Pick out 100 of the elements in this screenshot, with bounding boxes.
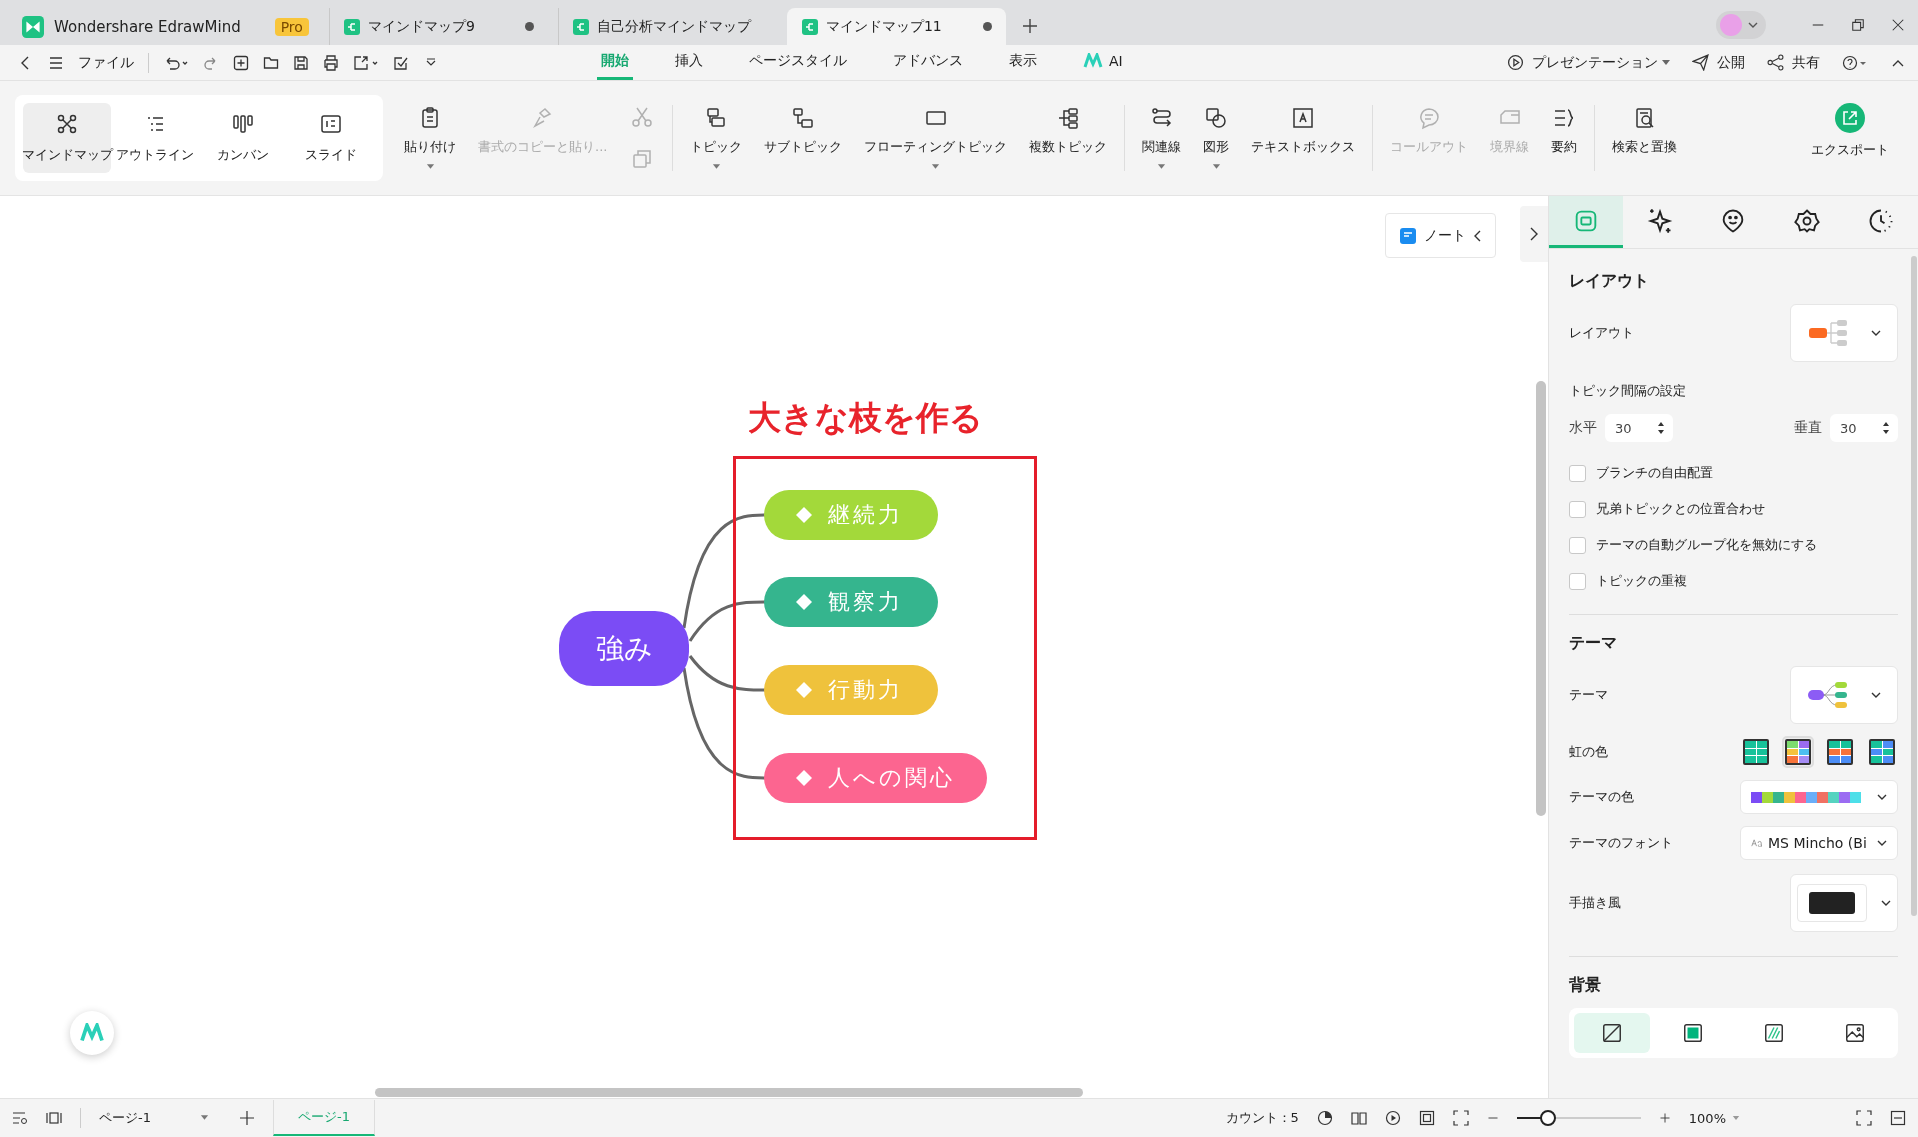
menu-icon[interactable]	[48, 54, 64, 71]
tab-title: マインドマップ9	[367, 17, 476, 36]
hand-drawn-dropdown[interactable]	[1790, 874, 1898, 932]
play-icon[interactable]	[1384, 1110, 1401, 1126]
number-field[interactable]: 30	[1605, 414, 1673, 442]
textbox-icon	[1291, 106, 1316, 130]
checkbox[interactable]	[1569, 572, 1586, 590]
close-icon[interactable]	[1891, 18, 1905, 32]
tab-title: マインドマップ11	[825, 17, 943, 36]
central-topic[interactable]: 強み	[559, 611, 689, 686]
slides-view-icon[interactable]	[46, 1110, 62, 1126]
new-icon[interactable]	[233, 54, 249, 71]
section-heading: テーマ	[1569, 632, 1618, 654]
chevron-down-icon	[1871, 330, 1881, 336]
toolbar-button[interactable]: フローティングトピック	[853, 102, 1019, 174]
checkbox-label: ブランチの自由配置	[1596, 464, 1713, 482]
document-tab[interactable]: マインドマップ9	[328, 8, 548, 45]
app-tab[interactable]: Wondershare EdrawMind Pro	[12, 8, 319, 45]
topic-count: カウント：5	[1225, 1109, 1299, 1127]
toolbar-button[interactable]: サブトピック	[753, 102, 854, 174]
layout-dropdown[interactable]	[1790, 304, 1898, 362]
mindmap-icon	[55, 112, 79, 136]
background-option[interactable]	[1574, 1013, 1650, 1053]
add-page-icon[interactable]	[239, 1110, 255, 1126]
toolbar-button[interactable]: 複数トピック	[1018, 102, 1119, 174]
note-button[interactable]: ノート	[1385, 213, 1496, 258]
theme-dropdown[interactable]	[1790, 666, 1898, 724]
horizontal-scrollbar[interactable]	[375, 1088, 1083, 1097]
document-tab[interactable]: 自己分析マインドマップ	[557, 8, 777, 45]
toolbar-button[interactable]: 貼り付け	[393, 102, 467, 174]
export-menu-icon[interactable]	[353, 54, 379, 71]
mindmap-file-icon	[801, 18, 818, 35]
toolbar-button[interactable]: テキストボックス	[1240, 102, 1367, 174]
toolbar-button[interactable]: 図形	[1192, 102, 1241, 174]
rainbow-option[interactable]	[1782, 736, 1814, 768]
caret-icon	[1662, 60, 1670, 65]
expand-icon[interactable]	[1856, 1110, 1872, 1126]
fit-width-icon[interactable]	[1890, 1110, 1906, 1126]
rainbow-option[interactable]	[1824, 736, 1856, 768]
ribbon-tab[interactable]: アドバンス	[889, 45, 967, 80]
checkbox[interactable]	[1569, 536, 1586, 554]
document-tab[interactable]: マインドマップ11	[786, 8, 1006, 45]
view-mode-button[interactable]: スライド	[287, 103, 375, 173]
pattern-fill-icon	[1763, 1022, 1785, 1044]
spinner-arrows-icon[interactable]	[1657, 420, 1665, 436]
slider-thumb[interactable]	[1539, 1110, 1556, 1126]
ribbon-tab[interactable]: 表示	[1005, 45, 1041, 80]
fullscreen-icon[interactable]	[1452, 1110, 1469, 1126]
zoom-dropdown[interactable]: 100%	[1688, 1110, 1740, 1126]
publish-button[interactable]: 公開	[1692, 53, 1745, 72]
app-logo-icon	[22, 15, 44, 38]
toolbar-button[interactable]: 関連線	[1131, 102, 1193, 174]
vertical-scrollbar[interactable]	[1536, 381, 1546, 816]
multi-topic-icon	[1056, 106, 1081, 130]
number-field[interactable]: 30	[1830, 414, 1898, 442]
rainbow-option[interactable]	[1740, 736, 1772, 768]
ribbon-tab[interactable]: ページスタイル	[745, 45, 851, 80]
new-tab-icon[interactable]	[1021, 18, 1038, 34]
field-label: 手描き風	[1569, 894, 1621, 912]
fit-page-icon[interactable]	[1418, 1110, 1435, 1126]
export-button[interactable]: エクスポート	[1800, 99, 1900, 177]
spinner-arrows-icon[interactable]	[1882, 420, 1890, 436]
chevron-down-icon	[1877, 840, 1887, 846]
toolbar-button[interactable]: 検索と置換	[1601, 102, 1689, 174]
view-mode-button[interactable]: カンバン	[199, 103, 287, 173]
share-button[interactable]: 共有	[1767, 53, 1820, 72]
mindmap-file-icon	[572, 18, 589, 35]
presentation-button[interactable]: プレゼンテーション	[1507, 53, 1670, 72]
help-icon[interactable]	[1842, 54, 1868, 71]
book-icon[interactable]	[1350, 1110, 1367, 1126]
toolbar-button[interactable]: 要約	[1540, 102, 1589, 174]
print-icon[interactable]	[323, 54, 339, 71]
toolbar-button[interactable]: トピック	[679, 102, 754, 174]
save-icon[interactable]	[293, 54, 309, 71]
theme-color-dropdown[interactable]	[1740, 780, 1898, 814]
panel-toggle[interactable]	[1520, 206, 1548, 262]
ribbon-tab[interactable]: 挿入	[671, 45, 707, 80]
page-dropdown[interactable]: ページ-1	[99, 1109, 209, 1127]
field-label: テーマ	[1569, 686, 1608, 704]
diamond-icon	[796, 770, 812, 786]
checkbox[interactable]	[1569, 464, 1586, 482]
checkbox-icon[interactable]	[393, 54, 409, 71]
file-menu[interactable]: ファイル	[78, 53, 134, 72]
ribbon-tab[interactable]: AI	[1079, 45, 1127, 80]
checkbox[interactable]	[1569, 500, 1586, 518]
font-icon	[1751, 839, 1762, 847]
shapes-icon	[1204, 106, 1229, 130]
ai-logo-icon	[79, 1023, 105, 1043]
field-label: 虹の色	[1569, 743, 1608, 761]
chevron-right-icon	[1529, 226, 1539, 242]
font-dropdown[interactable]: MS Mincho (Bi	[1740, 826, 1898, 860]
pie-chart-icon[interactable]	[1316, 1110, 1333, 1126]
rainbow-option[interactable]	[1866, 736, 1898, 768]
folder-icon[interactable]	[263, 54, 279, 71]
ai-logo-icon	[1083, 53, 1103, 69]
image-fill-icon	[1844, 1022, 1866, 1044]
kanban-icon	[231, 112, 255, 136]
field-label: トピック間隔の設定	[1569, 382, 1687, 400]
restore-icon[interactable]	[1851, 18, 1865, 32]
outline-view-icon[interactable]	[12, 1110, 28, 1126]
